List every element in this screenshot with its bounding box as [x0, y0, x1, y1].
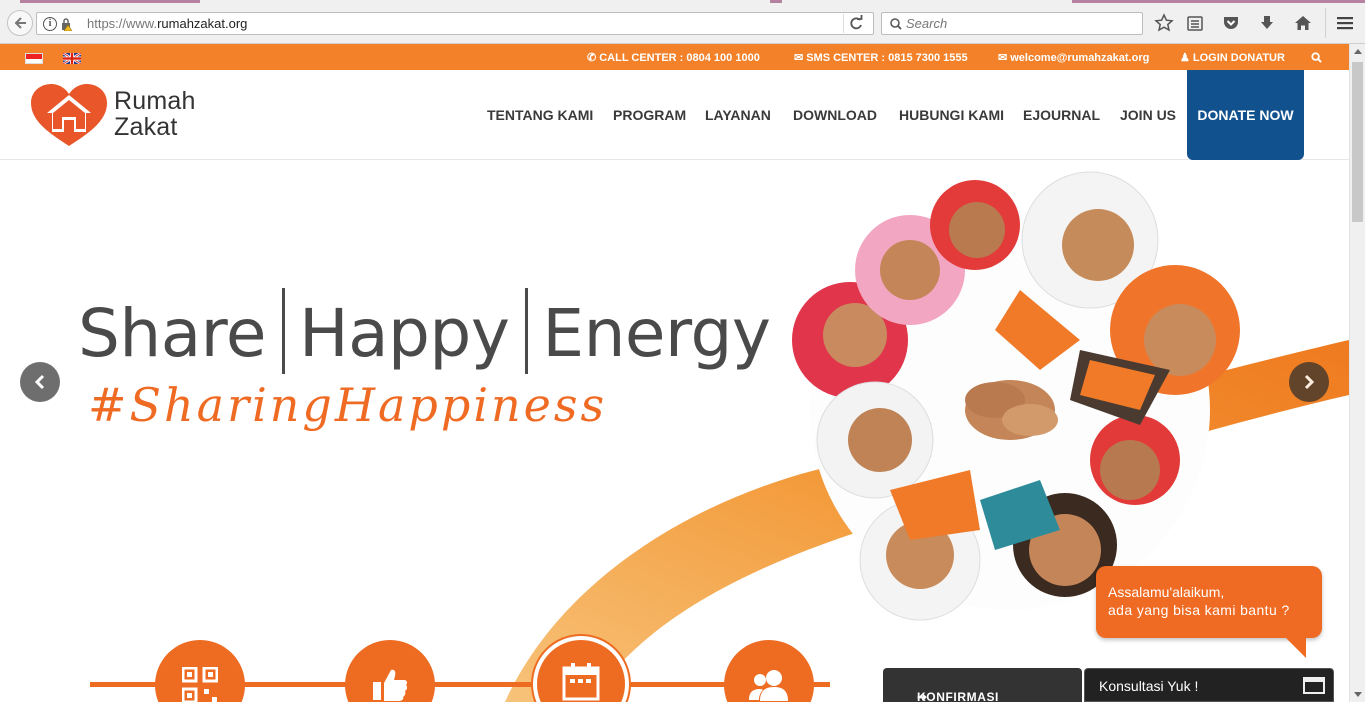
call-center-link[interactable]: ✆ CALL CENTER : 0804 100 1000	[587, 51, 760, 64]
reload-button[interactable]	[843, 14, 869, 33]
back-button[interactable]	[7, 10, 33, 36]
users-icon: ♟	[1180, 52, 1190, 64]
download-icon[interactable]	[1257, 13, 1277, 33]
reading-list-icon[interactable]	[1185, 13, 1205, 33]
url-text[interactable]: https://www.rumahzakat.org	[87, 16, 247, 31]
scrollbar-thumb[interactable]	[1352, 62, 1363, 222]
nav-tentang-kami[interactable]: TENTANG KAMI	[487, 107, 593, 123]
tab-strip	[0, 0, 1365, 3]
hero-slider: Share Happy Energy #SharingHappiness Ass…	[0, 160, 1349, 702]
email-link[interactable]: ✉ welcome@rumahzakat.org	[998, 51, 1149, 64]
qr-code-icon	[182, 667, 218, 702]
bookmark-star-icon[interactable]	[1154, 13, 1174, 33]
headline-divider	[525, 288, 529, 374]
phone-icon: ✆	[587, 52, 597, 64]
search-icon[interactable]	[1311, 52, 1322, 63]
indonesia-flag-icon[interactable]	[25, 53, 43, 64]
nav-hubungi-kami[interactable]: HUBUNGI KAMI	[899, 107, 1004, 123]
maximize-window-icon[interactable]	[1303, 677, 1325, 694]
scroll-up-arrow-icon[interactable]	[1354, 49, 1362, 54]
rumah-zakat-logo-icon[interactable]	[29, 83, 109, 147]
home-icon[interactable]	[1293, 13, 1313, 33]
lock-warning-icon[interactable]	[61, 17, 73, 31]
logo-line-2: Zakat	[114, 113, 178, 141]
uk-flag-icon[interactable]	[63, 53, 81, 64]
nav-download[interactable]: DOWNLOAD	[793, 107, 877, 123]
logo-line-1: Rumah	[114, 87, 196, 115]
konfirmasi-donasi-label: KONFIRMASI DONASI	[917, 690, 999, 718]
browser-toolbar: i https://www.rumahzakat.org	[0, 0, 1365, 44]
search-bar[interactable]	[881, 12, 1143, 35]
headline-energy: Energy	[542, 295, 771, 372]
hero-hashtag: #SharingHappiness	[88, 378, 608, 432]
chat-greeting-line-2: ada yang bisa kami bantu ?	[1108, 602, 1290, 618]
pocket-icon[interactable]	[1221, 13, 1241, 33]
slider-prev-button[interactable]	[20, 362, 60, 402]
vertical-scrollbar[interactable]	[1349, 44, 1365, 702]
search-input[interactable]	[906, 15, 1136, 32]
chat-greeting-line-1: Assalamu'alaikum,	[1108, 584, 1225, 600]
chat-icon: ✉	[794, 52, 804, 64]
nav-ejournal[interactable]: EJOURNAL	[1023, 107, 1100, 123]
login-donatur-link[interactable]: ♟ LOGIN DONATUR	[1180, 51, 1285, 64]
konsultasi-chat-bar[interactable]: Konsultasi Yuk !	[1084, 668, 1334, 702]
search-icon	[890, 18, 902, 30]
info-icon[interactable]: i	[43, 17, 57, 31]
donate-now-button[interactable]: DONATE NOW	[1187, 70, 1304, 160]
hero-headline: Share Happy Energy	[78, 288, 771, 374]
konsultasi-label: Konsultasi Yuk !	[1099, 678, 1199, 694]
users-icon	[749, 670, 788, 701]
thumbs-up-icon	[373, 669, 408, 701]
donate-now-label: DONATE NOW	[1197, 107, 1294, 123]
scroll-down-arrow-icon[interactable]	[1354, 692, 1362, 697]
sms-center-link[interactable]: ✉ SMS CENTER : 0815 7300 1555	[794, 51, 968, 64]
hamburger-menu-icon[interactable]	[1335, 13, 1355, 33]
reload-icon	[850, 15, 863, 30]
logo-text[interactable]: Rumah Zakat	[114, 88, 196, 140]
address-bar[interactable]: i https://www.rumahzakat.org	[36, 12, 874, 35]
chevron-left-icon	[34, 374, 45, 390]
headline-happy: Happy	[298, 295, 510, 372]
calendar-icon	[562, 663, 600, 701]
site-header: Rumah Zakat TENTANG KAMI PROGRAM LAYANAN…	[0, 70, 1349, 160]
nav-program[interactable]: PROGRAM	[613, 107, 686, 123]
headline-share: Share	[78, 295, 266, 372]
chevron-right-icon	[1304, 374, 1315, 390]
top-info-bar: ✆ CALL CENTER : 0804 100 1000 ✉ SMS CENTER…	[0, 44, 1349, 70]
nav-join-us[interactable]: JOIN US	[1120, 107, 1176, 123]
chat-greeting-bubble[interactable]: Assalamu'alaikum, ada yang bisa kami ban…	[1096, 566, 1322, 638]
toolbar-divider	[1325, 8, 1326, 38]
nav-layanan[interactable]: LAYANAN	[705, 107, 771, 123]
slider-next-button[interactable]	[1289, 362, 1329, 402]
chat-bubble-tail	[1282, 634, 1306, 658]
konfirmasi-donasi-button[interactable]: KONFIRMASI DONASI ➜	[883, 668, 1082, 718]
headline-divider	[281, 288, 285, 374]
envelope-icon: ✉	[998, 52, 1008, 64]
